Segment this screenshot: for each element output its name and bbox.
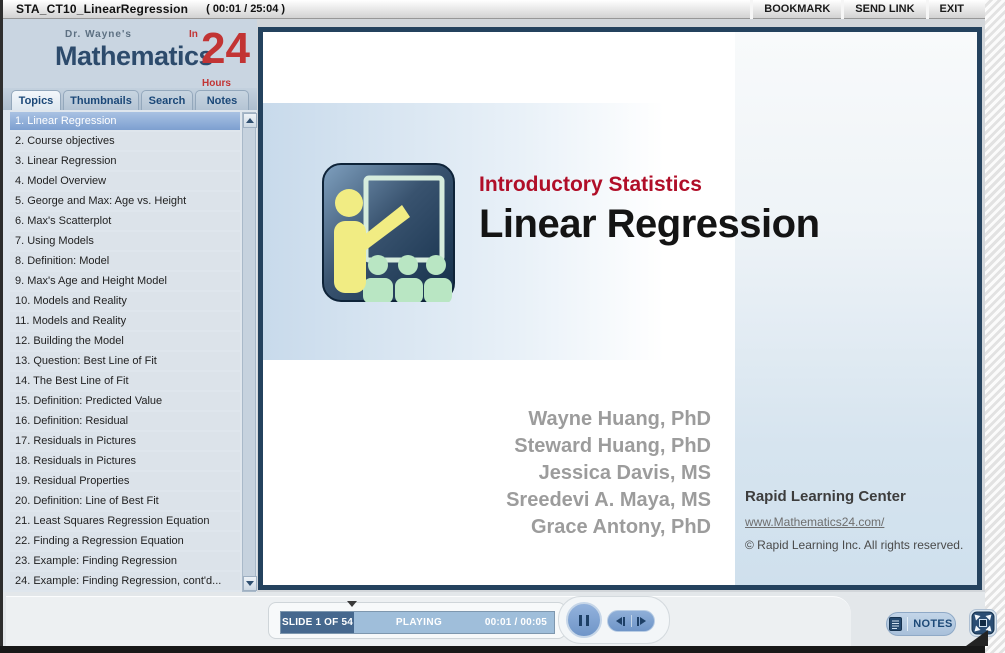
step-back-icon (623, 616, 625, 626)
sidebar-tabs: Topics Thumbnails Search Notes (3, 88, 257, 110)
scroll-down-button[interactable] (243, 576, 257, 591)
menu-item-exit[interactable]: EXIT (925, 0, 975, 19)
playback-bar: SLIDE 1 OF 54 PLAYING 00:01 / 00:05 NOTE… (3, 592, 997, 647)
sidebar: Dr. Wayne's Mathematics In 24 Hours Topi… (3, 19, 257, 592)
author-line: Jessica Davis, MS (538, 462, 711, 484)
topic-item-5[interactable]: 5. George and Max: Age vs. Height (10, 192, 240, 210)
topic-item-20[interactable]: 20. Definition: Line of Best Fit (10, 492, 240, 510)
topic-item-12[interactable]: 12. Building the Model (10, 332, 240, 350)
slide-eyebrow: Introductory Statistics (479, 173, 702, 196)
progress-track[interactable]: PLAYING 00:01 / 00:05 (354, 612, 554, 633)
pause-icon (579, 614, 582, 626)
topic-item-10[interactable]: 10. Models and Reality (10, 292, 240, 310)
tab-topics[interactable]: Topics (11, 90, 61, 110)
topic-item-6[interactable]: 6. Max's Scatterplot (10, 212, 240, 230)
logo-24-text: 24 (201, 24, 250, 73)
page-curl-decoration (966, 630, 988, 646)
title-bar: STA_CT10_LinearRegression ( 00:01 / 25:0… (0, 0, 985, 19)
topic-item-15[interactable]: 15. Definition: Predicted Value (10, 392, 240, 410)
slide-canvas: Introductory Statistics Linear Regressio… (263, 32, 977, 585)
menu-item-send-link[interactable]: SEND LINK (841, 0, 925, 19)
course-title: STA_CT10_LinearRegression (16, 2, 189, 16)
topic-item-4[interactable]: 4. Model Overview (10, 172, 240, 190)
logo-tagline: Dr. Wayne's (65, 29, 132, 40)
slide-progress-label: SLIDE 1 OF 54 (281, 612, 354, 633)
topic-item-8[interactable]: 8. Definition: Model (10, 252, 240, 270)
topic-item-21[interactable]: 21. Least Squares Regression Equation (10, 512, 240, 530)
slide-headings: Introductory Statistics Linear Regressio… (479, 173, 820, 247)
arrow-up-icon (246, 118, 254, 123)
playhead-marker[interactable] (347, 601, 357, 607)
topic-item-3[interactable]: 3. Linear Regression (10, 152, 240, 170)
notes-divider (907, 617, 909, 631)
topic-item-19[interactable]: 19. Residual Properties (10, 472, 240, 490)
topic-item-11[interactable]: 11. Models and Reality (10, 312, 240, 330)
org-name: Rapid Learning Center (745, 488, 906, 505)
stage-background-pattern (985, 0, 1005, 653)
tab-thumbnails[interactable]: Thumbnails (63, 90, 139, 110)
logo-in-text: In (189, 29, 198, 40)
topic-item-14[interactable]: 14. The Best Line of Fit (10, 372, 240, 390)
topic-item-16[interactable]: 16. Definition: Residual (10, 412, 240, 430)
author-line: Sreedevi A. Maya, MS (506, 489, 711, 511)
organization-block: Rapid Learning Center www.Mathematics24.… (745, 488, 965, 552)
tab-search[interactable]: Search (141, 90, 193, 110)
topic-item-18[interactable]: 18. Residuals in Pictures (10, 452, 240, 470)
step-forward-icon (640, 617, 646, 625)
logo-hours-text: Hours (202, 78, 231, 88)
topic-item-1[interactable]: 1. Linear Regression (10, 112, 240, 130)
title-bar-menu: BOOKMARK SEND LINK EXIT (750, 0, 975, 19)
slide-title: Linear Regression (479, 202, 820, 246)
window-bottom-strip (0, 646, 985, 653)
playback-status: PLAYING (395, 617, 443, 628)
tab-notes[interactable]: Notes (195, 90, 249, 110)
progress-bar[interactable]: SLIDE 1 OF 54 PLAYING 00:01 / 00:05 (280, 611, 555, 634)
notes-label: NOTES (913, 618, 953, 630)
topic-item-13[interactable]: 13. Question: Best Line of Fit (10, 352, 240, 370)
step-controls (607, 610, 655, 632)
scroll-up-button[interactable] (243, 113, 257, 128)
author-line: Wayne Huang, PhD (528, 408, 711, 430)
topic-item-24[interactable]: 24. Example: Finding Regression, cont'd.… (10, 572, 240, 590)
topic-item-17[interactable]: 17. Residuals in Pictures (10, 432, 240, 450)
previous-slide-button[interactable] (611, 616, 631, 626)
menu-item-bookmark[interactable]: BOOKMARK (750, 0, 841, 19)
slide-frame: Introductory Statistics Linear Regressio… (258, 27, 982, 590)
logo-brand-text: Mathematics (55, 41, 214, 71)
pause-button[interactable] (566, 602, 602, 638)
author-line: Steward Huang, PhD (514, 435, 711, 457)
topic-item-9[interactable]: 9. Max's Age and Height Model (10, 272, 240, 290)
window-left-edge (0, 0, 3, 646)
author-list: Wayne Huang, PhD Steward Huang, PhD Jess… (263, 406, 711, 541)
course-elapsed-time: ( 00:01 / 25:04 ) (206, 3, 286, 15)
notes-button[interactable]: NOTES (886, 612, 956, 636)
org-url-link[interactable]: www.Mathematics24.com/ (745, 515, 965, 529)
playback-time: 00:01 / 00:05 (484, 617, 547, 628)
arrow-down-icon (246, 581, 254, 586)
next-slide-button[interactable] (632, 616, 652, 626)
step-forward-icon (637, 616, 639, 626)
topic-item-7[interactable]: 7. Using Models (10, 232, 240, 250)
topic-item-22[interactable]: 22. Finding a Regression Equation (10, 532, 240, 550)
pause-icon (586, 614, 589, 626)
notes-icon (889, 617, 903, 631)
brand-logo: Dr. Wayne's Mathematics In 24 Hours (3, 19, 257, 88)
author-line: Grace Antony, PhD (530, 516, 711, 538)
org-copyright: © Rapid Learning Inc. All rights reserve… (745, 538, 964, 552)
topics-list: 1. Linear Regression 2. Course objective… (3, 110, 257, 592)
topic-item-23[interactable]: 23. Example: Finding Regression (10, 552, 240, 570)
classroom-icon (322, 163, 455, 307)
topic-item-2[interactable]: 2. Course objectives (10, 132, 240, 150)
application-window: STA_CT10_LinearRegression ( 00:01 / 25:0… (0, 0, 1005, 653)
topics-scrollbar[interactable] (242, 112, 257, 592)
step-back-icon (616, 617, 622, 625)
